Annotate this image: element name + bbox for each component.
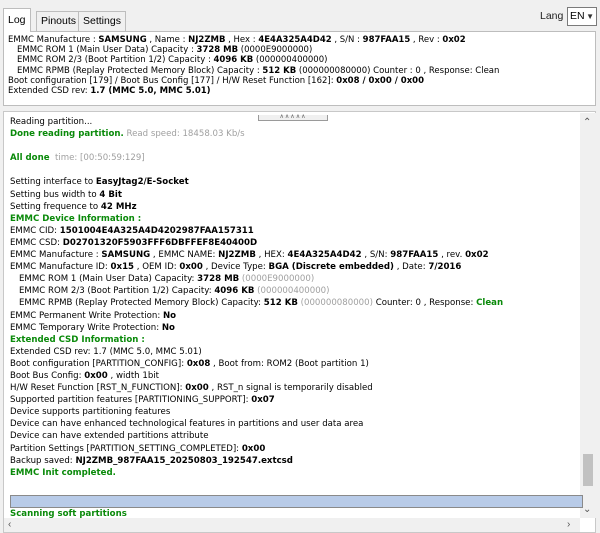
log-line: Backup saved: NJ2ZMB_987FAA15_20250803_1… xyxy=(10,455,293,466)
log-line: EMMC CID: 1501004E4A325A4D4202987FAA1573… xyxy=(10,225,254,236)
dropdown-arrow-icon: ▼ xyxy=(586,12,594,21)
log-line: Device supports partitioning features xyxy=(10,407,171,418)
device-summary-panel: EMMC Manufacture : SAMSUNG , Name : NJ2Z… xyxy=(3,31,596,106)
chevron-up-icon[interactable]: ⌃ xyxy=(583,117,591,128)
log-line: Setting frequence to 42 MHz xyxy=(10,201,137,212)
log-line: Device can have enhanced technological f… xyxy=(10,419,364,430)
log-line: Partition Settings [PARTITION_SETTING_CO… xyxy=(10,443,266,454)
log-line: Extended CSD rev: 1.7 (MMC 5.0, MMC 5.01… xyxy=(10,346,202,357)
lang-value: EN xyxy=(570,10,585,22)
log-line: Done reading partition. Read speed: 1845… xyxy=(10,129,245,140)
horizontal-scrollbar[interactable]: ‹ › xyxy=(4,518,580,532)
log-line: EMMC CSD: D02701320F5903FFF6DBFFEF8E4040… xyxy=(10,237,258,248)
log-line: Boot configuration [PARTITION_CONFIG]: 0… xyxy=(10,358,369,369)
log-line: Boot Bus Config: 0x00 , width 1bit xyxy=(10,370,160,381)
log-line: EMMC Temporary Write Protection: No xyxy=(10,322,175,333)
info-line-rom1: EMMC ROM 1 (Main User Data) Capacity : 3… xyxy=(17,45,313,56)
info-line-rom2: EMMC ROM 2/3 (Boot Partition 1/2) Capaci… xyxy=(17,55,328,66)
tab-log[interactable]: Log xyxy=(3,8,31,32)
log-line: EMMC ROM 2/3 (Boot Partition 1/2) Capaci… xyxy=(19,286,330,297)
tab-settings[interactable]: Settings xyxy=(78,11,126,31)
info-line-bootconfig: Boot configuration [179] / Boot Bus Conf… xyxy=(8,75,425,86)
log-text: Reading partition... Done reading partit… xyxy=(10,116,576,479)
log-line: Extended CSD Information : xyxy=(10,334,145,345)
info-line-rpmb: EMMC RPMB (Replay Protected Memory Block… xyxy=(17,65,500,76)
chevron-down-icon[interactable]: ⌄ xyxy=(583,504,591,515)
chevron-right-icon[interactable]: › xyxy=(567,519,570,530)
lang-select[interactable]: EN ▼ xyxy=(567,7,597,26)
log-line: Setting bus width to 4 Bit xyxy=(10,189,122,200)
log-line: Device can have extended partitions attr… xyxy=(10,431,209,442)
log-line: EMMC Init completed. xyxy=(10,467,116,478)
chevron-left-icon[interactable]: ‹ xyxy=(8,519,11,530)
log-line: EMMC Permanent Write Protection: No xyxy=(10,310,177,321)
info-line-extcsd: Extended CSD rev: 1.7 (MMC 5.0, MMC 5.01… xyxy=(8,86,211,97)
log-line: EMMC RPMB (Replay Protected Memory Block… xyxy=(19,298,504,309)
log-line: EMMC Manufacture ID: 0x15 , OEM ID: 0x00… xyxy=(10,262,462,273)
progress-fill xyxy=(11,496,582,507)
log-line: Reading partition... xyxy=(10,117,93,127)
log-line: Setting interface to EasyJtag2/E-Socket xyxy=(10,177,189,188)
scrollbar-thumb[interactable] xyxy=(583,454,593,486)
log-line: EMMC Manufacture : SAMSUNG , EMMC NAME: … xyxy=(10,250,489,261)
tab-pinouts[interactable]: Pinouts xyxy=(36,11,82,31)
tab-bar: Log Pinouts Settings Lang EN ▼ xyxy=(0,0,600,32)
log-line: H/W Reset Function [RST_N_FUNCTION]: 0x0… xyxy=(10,383,373,394)
log-line: All done time: [00:50:59:129] xyxy=(10,153,145,164)
vertical-scrollbar[interactable]: ⌃ ⌄ xyxy=(580,113,596,518)
log-line: EMMC ROM 1 (Main User Data) Capacity: 37… xyxy=(19,274,315,285)
lang-label: Lang xyxy=(540,10,564,22)
log-line: EMMC Device Information : xyxy=(10,213,142,224)
info-line-manufacture: EMMC Manufacture : SAMSUNG , Name : NJ2Z… xyxy=(8,35,466,45)
progress-bar xyxy=(10,495,583,508)
log-line: Supported partition features [PARTITIONI… xyxy=(10,395,275,406)
